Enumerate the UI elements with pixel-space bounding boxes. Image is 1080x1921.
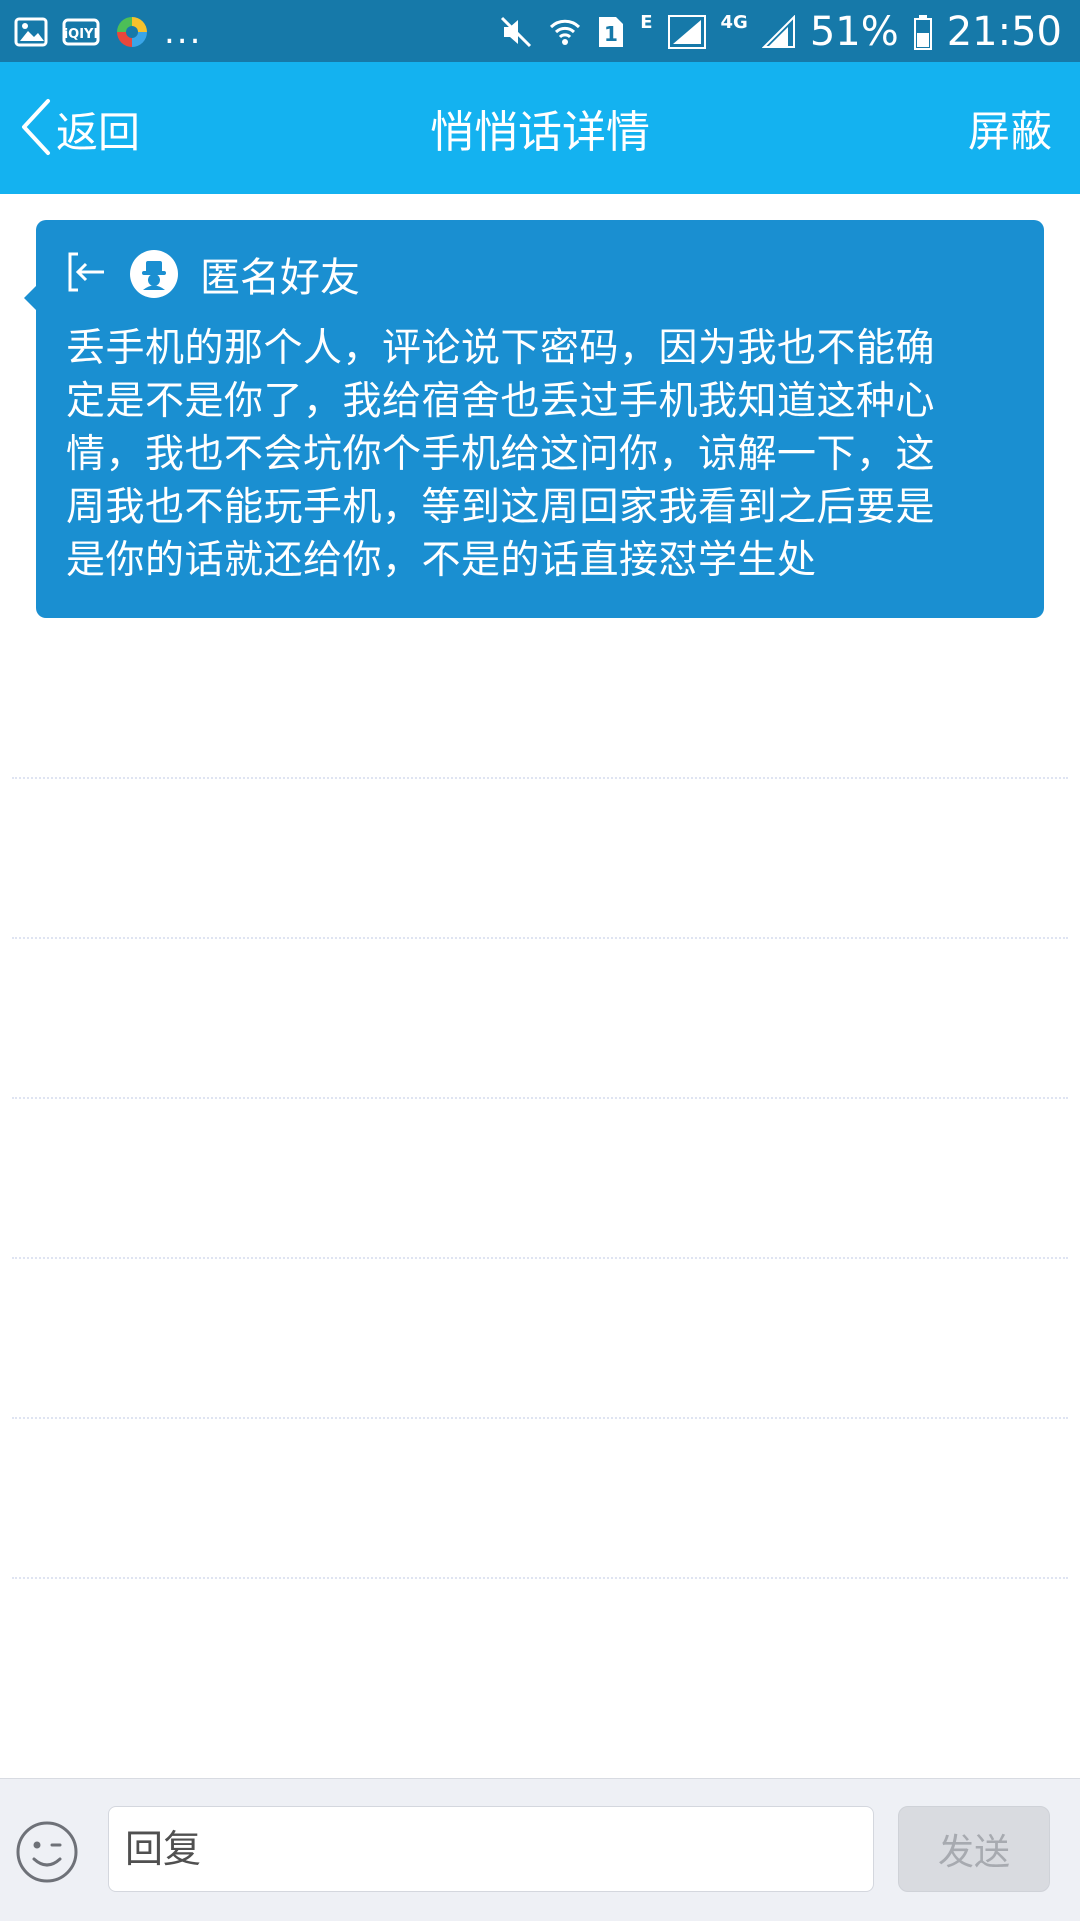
svg-text:iQIYI: iQIYI (64, 27, 99, 42)
signal-icon-sim2 (761, 15, 796, 49)
page-title: 悄悄话详情 (430, 107, 650, 158)
card-pointer (24, 286, 36, 310)
chevron-left-icon (18, 97, 52, 161)
back-label: 返回 (56, 107, 141, 157)
divider-line (12, 1577, 1068, 1579)
divider-line (12, 1097, 1068, 1099)
iqiyi-icon: iQIYI (62, 17, 100, 47)
message-card: 匿名好友 丢手机的那个人，评论说下密码，因为我也不能确 定是不是你了，我给宿舍也… (24, 220, 1044, 618)
divider-line (12, 777, 1068, 779)
wifi-icon (548, 15, 582, 49)
smiley-icon (14, 1821, 80, 1889)
message-line: 周我也不能玩手机，等到这周回家我看到之后要是 (66, 485, 936, 530)
battery-icon (913, 14, 933, 50)
svg-text:1: 1 (604, 22, 618, 46)
back-button[interactable]: 返回 (18, 94, 140, 164)
signal-icon-sim1 (667, 14, 707, 50)
mute-icon (498, 14, 534, 50)
status-bar: iQIYI ... 1 E 4G 51% 21:50 (0, 0, 1080, 62)
message-header: 匿名好友 (64, 244, 360, 304)
clock: 21:50 (946, 9, 1062, 55)
anonymous-avatar-icon (130, 250, 178, 298)
send-button[interactable]: 发送 (898, 1806, 1050, 1892)
divider-line (12, 937, 1068, 939)
title-bar: 返回 悄悄话详情 屏蔽 (0, 62, 1080, 194)
sim-slot-icon: 1 (596, 14, 626, 50)
block-button[interactable]: 屏蔽 (968, 62, 1052, 194)
reply-input[interactable] (108, 1806, 874, 1892)
reply-bar: 发送 (0, 1778, 1080, 1921)
divider-line (12, 1417, 1068, 1419)
divider-line (12, 1257, 1068, 1259)
exit-icon[interactable] (64, 250, 108, 298)
message-line: 情，我也不会坑你个手机给这问你，谅解一下，这 (66, 432, 936, 477)
gallery-icon (14, 17, 48, 47)
message-line: 丢手机的那个人，评论说下密码，因为我也不能确 (66, 326, 936, 371)
message-text: 丢手机的那个人，评论说下密码，因为我也不能确 定是不是你了，我给宿舍也丢过手机我… (66, 322, 1016, 587)
app-icon (114, 14, 150, 50)
message-line: 定是不是你了，我给宿舍也丢过手机我知道这种心 (66, 379, 936, 424)
sender-name: 匿名好友 (200, 255, 360, 301)
battery-percent: 51% (809, 9, 899, 55)
notification-overflow: ... (164, 12, 203, 52)
message-line: 是你的话就还给你，不是的话直接怼学生处 (66, 538, 817, 583)
emoji-button[interactable] (14, 1819, 80, 1885)
network-type-4g: 4G (720, 12, 748, 33)
network-type-e: E (640, 12, 653, 33)
